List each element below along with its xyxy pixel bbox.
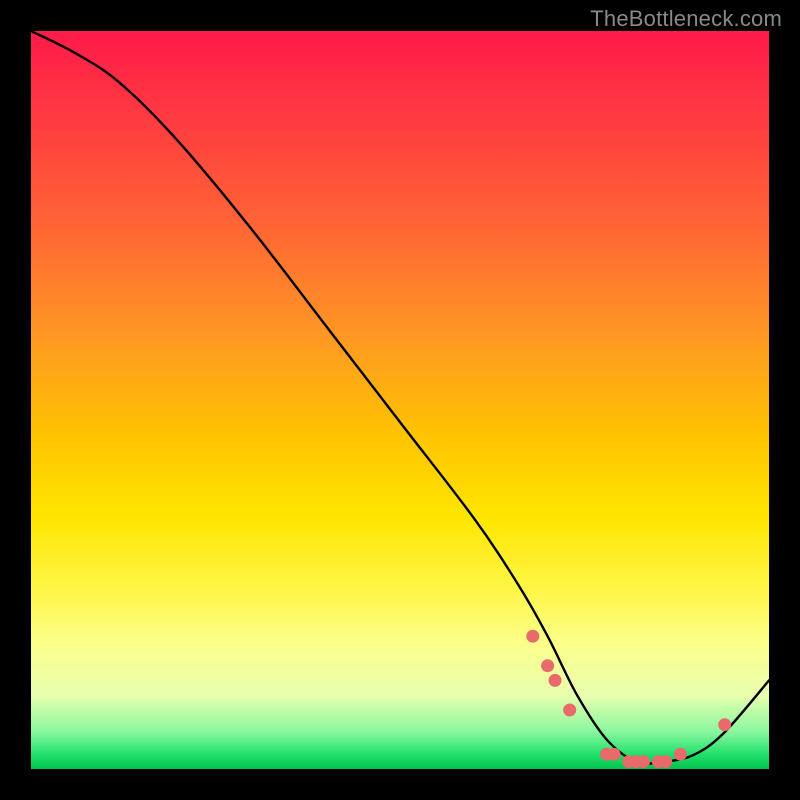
watermark-text: TheBottleneck.com	[590, 6, 782, 32]
plot-area	[31, 31, 769, 769]
marker-point	[637, 755, 650, 768]
chart-frame: TheBottleneck.com	[0, 0, 800, 800]
marker-point	[526, 630, 539, 643]
curve-layer	[31, 31, 769, 769]
marker-point	[563, 704, 576, 717]
marker-point	[718, 718, 731, 731]
highlighted-points	[526, 630, 731, 768]
marker-point	[541, 659, 554, 672]
marker-point	[608, 748, 621, 761]
bottleneck-curve	[31, 31, 769, 764]
marker-point	[674, 748, 687, 761]
marker-point	[659, 755, 672, 768]
marker-point	[549, 674, 562, 687]
